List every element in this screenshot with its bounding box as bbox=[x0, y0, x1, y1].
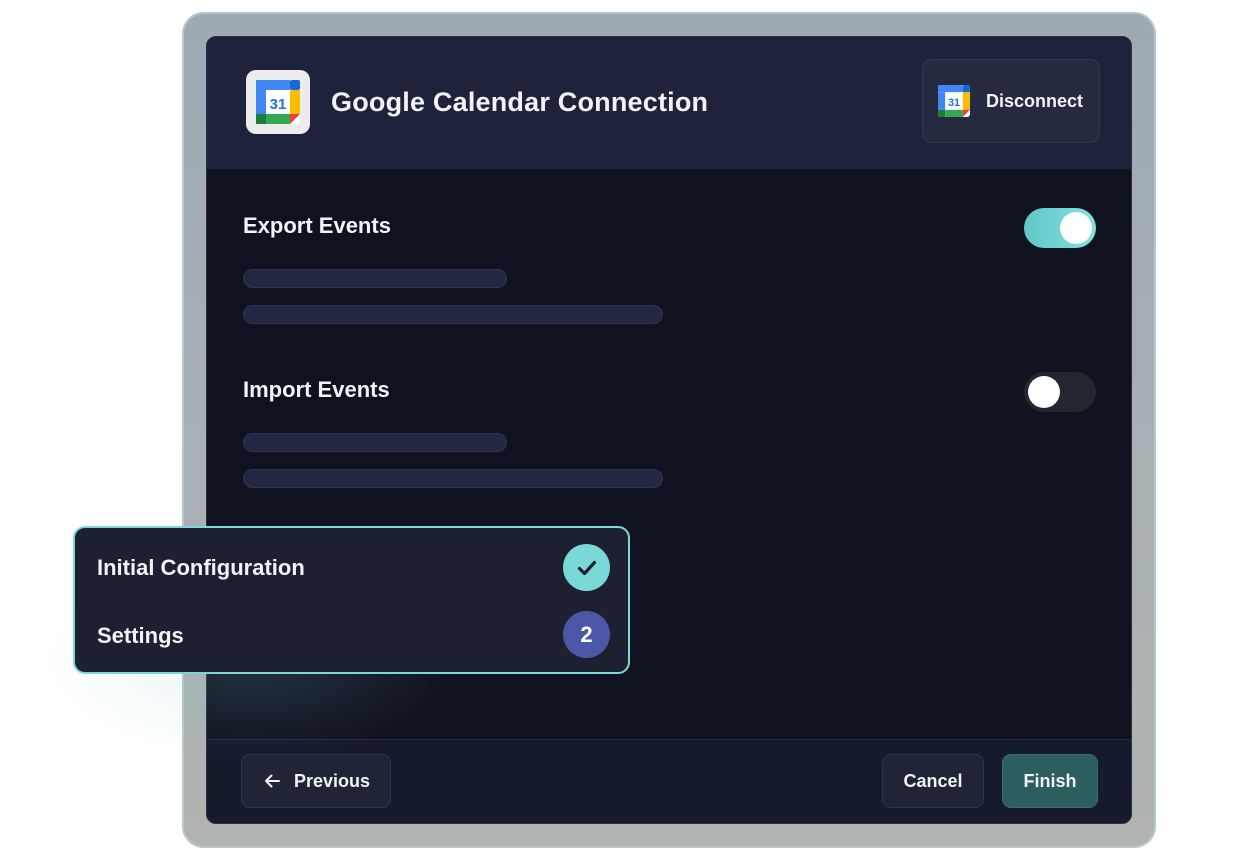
progress-steps-card: Initial Configuration Settings 2 bbox=[73, 526, 630, 674]
skeleton-line bbox=[243, 469, 663, 488]
toggle-knob bbox=[1060, 212, 1092, 244]
step-label-initial-configuration: Initial Configuration bbox=[97, 555, 305, 580]
export-events-title: Export Events bbox=[243, 213, 391, 238]
calendar-day-text: 31 bbox=[270, 96, 287, 113]
page-title: Google Calendar Connection bbox=[331, 87, 709, 117]
step-label-settings: Settings bbox=[97, 623, 184, 648]
previous-label: Previous bbox=[293, 770, 371, 791]
import-events-toggle[interactable] bbox=[1024, 372, 1096, 412]
google-calendar-app-icon: 31 bbox=[246, 70, 310, 134]
arrow-left-icon bbox=[264, 774, 280, 788]
step-current-badge: 2 bbox=[563, 611, 610, 658]
check-icon bbox=[577, 560, 596, 575]
google-calendar-icon: 31 bbox=[938, 85, 970, 117]
import-events-title: Import Events bbox=[243, 377, 390, 402]
disconnect-button[interactable]: 31 Disconnect bbox=[922, 59, 1100, 143]
dialog-footer: Previous Cancel Finish bbox=[207, 739, 1131, 823]
toggle-knob bbox=[1028, 376, 1060, 408]
previous-button[interactable]: Previous bbox=[241, 754, 391, 808]
export-events-toggle[interactable] bbox=[1024, 208, 1096, 248]
finish-button[interactable]: Finish bbox=[1002, 754, 1098, 808]
skeleton-line bbox=[243, 433, 507, 452]
dialog-header: 31 Google Calendar Connection 31 Disconn… bbox=[207, 37, 1131, 169]
step-complete-badge bbox=[563, 544, 610, 591]
skeleton-line bbox=[243, 269, 507, 288]
google-calendar-icon: 31 bbox=[256, 80, 300, 124]
disconnect-label: Disconnect bbox=[986, 90, 1084, 111]
calendar-day-text: 31 bbox=[948, 97, 960, 109]
cancel-button[interactable]: Cancel bbox=[882, 754, 984, 808]
finish-label: Finish bbox=[1023, 770, 1077, 791]
cancel-label: Cancel bbox=[903, 770, 963, 791]
skeleton-line bbox=[243, 305, 663, 324]
